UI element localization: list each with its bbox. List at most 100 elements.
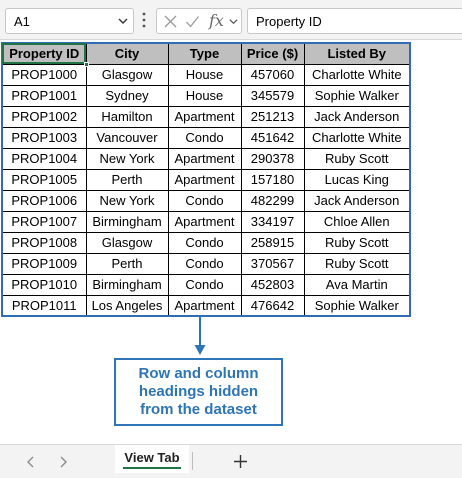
table-cell[interactable]: Perth bbox=[85, 168, 169, 191]
table-cell[interactable]: 258915 bbox=[240, 231, 305, 254]
fill-handle[interactable] bbox=[83, 61, 89, 67]
chevron-left-icon[interactable] bbox=[24, 455, 38, 469]
table-cell[interactable]: 290378 bbox=[240, 147, 305, 170]
table-cell[interactable]: Los Angeles bbox=[85, 294, 169, 317]
table-cell[interactable]: Charlotte White bbox=[303, 63, 411, 86]
plus-icon[interactable] bbox=[233, 454, 248, 469]
table-cell[interactable]: 452803 bbox=[240, 273, 305, 296]
chevron-right-icon[interactable] bbox=[56, 455, 70, 469]
table-cell[interactable]: PROP1005 bbox=[1, 168, 87, 191]
header-cell[interactable]: Type bbox=[167, 42, 242, 65]
table-row: PROP1000 Glasgow House 457060 Charlotte … bbox=[1, 63, 411, 86]
table-cell[interactable]: Lucas King bbox=[303, 168, 411, 191]
table-row: PROP1005 Perth Apartment 157180 Lucas Ki… bbox=[1, 168, 411, 191]
table-row: PROP1006 New York Condo 482299 Jack Ande… bbox=[1, 189, 411, 212]
table-cell[interactable]: Condo bbox=[167, 126, 242, 149]
table-cell[interactable]: 451642 bbox=[240, 126, 305, 149]
table-cell[interactable]: Ava Martin bbox=[303, 273, 411, 296]
table-cell[interactable]: Sophie Walker bbox=[303, 294, 411, 317]
table-cell[interactable]: Glasgow bbox=[85, 63, 169, 86]
sheet-tab-active[interactable]: View Tab bbox=[115, 445, 189, 473]
chevron-down-icon[interactable] bbox=[228, 16, 239, 27]
table-cell[interactable]: Condo bbox=[167, 189, 242, 212]
table-cell[interactable]: Apartment bbox=[167, 210, 242, 233]
table-row: PROP1004 New York Apartment 290378 Ruby … bbox=[1, 147, 411, 170]
table-cell[interactable]: 476642 bbox=[240, 294, 305, 317]
table-cell[interactable]: Ruby Scott bbox=[303, 252, 411, 275]
table-cell[interactable]: PROP1002 bbox=[1, 105, 87, 128]
header-cell[interactable]: Property ID bbox=[1, 42, 89, 67]
table-row: PROP1010 Birmingham Condo 452803 Ava Mar… bbox=[1, 273, 411, 296]
table-cell[interactable]: Condo bbox=[167, 252, 242, 275]
table-cell[interactable]: PROP1001 bbox=[1, 84, 87, 107]
table-cell[interactable]: Sophie Walker bbox=[303, 84, 411, 107]
table-cell[interactable]: PROP1011 bbox=[1, 294, 87, 317]
table-cell[interactable]: Hamilton bbox=[85, 105, 169, 128]
table-cell[interactable]: 345579 bbox=[240, 84, 305, 107]
table-cell[interactable]: PROP1004 bbox=[1, 147, 87, 170]
table-cell[interactable]: Birmingham bbox=[85, 210, 169, 233]
table-cell[interactable]: Jack Anderson bbox=[303, 189, 411, 212]
table-cell[interactable]: 457060 bbox=[240, 63, 305, 86]
header-cell[interactable]: Listed By bbox=[303, 42, 411, 65]
table-cell[interactable]: PROP1006 bbox=[1, 189, 87, 212]
header-cell[interactable]: Price ($) bbox=[240, 42, 305, 65]
table-cell[interactable]: Ruby Scott bbox=[303, 147, 411, 170]
table-cell[interactable]: Apartment bbox=[167, 168, 242, 191]
table-cell[interactable]: PROP1009 bbox=[1, 252, 87, 275]
table-cell[interactable]: Condo bbox=[167, 231, 242, 254]
table-row: PROP1008 Glasgow Condo 258915 Ruby Scott bbox=[1, 231, 411, 254]
tab-separator bbox=[192, 452, 193, 470]
sheet-tab-bar: View Tab bbox=[0, 444, 462, 478]
table-cell[interactable]: Condo bbox=[167, 273, 242, 296]
insert-function-button[interactable]: fx bbox=[209, 11, 224, 30]
cancel-x-icon[interactable] bbox=[163, 14, 178, 29]
sheet-tab-label: View Tab bbox=[124, 450, 180, 465]
table-cell[interactable]: Charlotte White bbox=[303, 126, 411, 149]
vertical-dots-icon[interactable] bbox=[140, 11, 148, 29]
table-cell[interactable]: Sydney bbox=[85, 84, 169, 107]
table-cell[interactable]: 370567 bbox=[240, 252, 305, 275]
table-cell[interactable]: Apartment bbox=[167, 294, 242, 317]
annotation-callout: Row and column headings hidden from the … bbox=[114, 358, 283, 426]
table-cell[interactable]: Jack Anderson bbox=[303, 105, 411, 128]
table-cell[interactable]: 482299 bbox=[240, 189, 305, 212]
formula-input-value: Property ID bbox=[256, 14, 322, 29]
worksheet-grid[interactable]: Property ID City Type Price ($) Listed B… bbox=[0, 40, 462, 444]
formula-bar: A1 fx Property ID bbox=[0, 0, 462, 40]
table-cell[interactable]: Perth bbox=[85, 252, 169, 275]
table-cell[interactable]: House bbox=[167, 84, 242, 107]
table-cell[interactable]: PROP1008 bbox=[1, 231, 87, 254]
table-cell[interactable]: PROP1010 bbox=[1, 273, 87, 296]
formula-input[interactable]: Property ID bbox=[247, 8, 462, 34]
name-box[interactable]: A1 bbox=[5, 8, 134, 34]
table-cell[interactable]: 157180 bbox=[240, 168, 305, 191]
table-cell[interactable]: 334197 bbox=[240, 210, 305, 233]
chevron-down-icon[interactable] bbox=[117, 15, 129, 27]
table-cell[interactable]: PROP1003 bbox=[1, 126, 87, 149]
arrow-down-icon bbox=[194, 316, 206, 355]
property-table: Property ID City Type Price ($) Listed B… bbox=[1, 42, 411, 317]
table-cell[interactable]: New York bbox=[85, 189, 169, 212]
table-row: PROP1002 Hamilton Apartment 251213 Jack … bbox=[1, 105, 411, 128]
header-cell[interactable]: City bbox=[85, 42, 169, 65]
table-cell[interactable]: House bbox=[167, 63, 242, 86]
table-cell[interactable]: Chloe Allen bbox=[303, 210, 411, 233]
annotation-text: Row and column headings hidden from the … bbox=[138, 365, 259, 418]
table-row: PROP1011 Los Angeles Apartment 476642 So… bbox=[1, 294, 411, 317]
table-cell[interactable]: PROP1000 bbox=[1, 63, 87, 86]
table-cell[interactable]: Birmingham bbox=[85, 273, 169, 296]
table-cell[interactable]: Apartment bbox=[167, 105, 242, 128]
table-cell[interactable]: 251213 bbox=[240, 105, 305, 128]
table-row: PROP1003 Vancouver Condo 451642 Charlott… bbox=[1, 126, 411, 149]
active-tab-indicator bbox=[123, 467, 181, 469]
table-cell[interactable]: Ruby Scott bbox=[303, 231, 411, 254]
table-cell[interactable]: Glasgow bbox=[85, 231, 169, 254]
table-cell[interactable]: PROP1007 bbox=[1, 210, 87, 233]
check-icon[interactable] bbox=[185, 14, 200, 29]
table-cell[interactable]: Vancouver bbox=[85, 126, 169, 149]
table-cell[interactable]: New York bbox=[85, 147, 169, 170]
table-row: PROP1007 Birmingham Apartment 334197 Chl… bbox=[1, 210, 411, 233]
header-row: Property ID City Type Price ($) Listed B… bbox=[1, 42, 411, 67]
table-cell[interactable]: Apartment bbox=[167, 147, 242, 170]
